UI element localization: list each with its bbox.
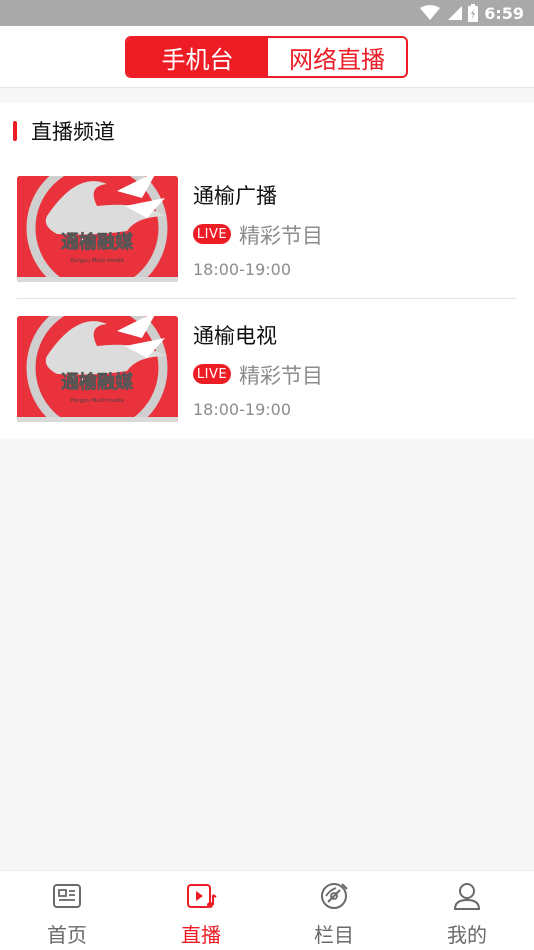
channel-program: 精彩节目 bbox=[239, 224, 323, 248]
bottom-tab-bar: 首页 直播 栏目 我的 bbox=[0, 870, 534, 950]
live-badge: LIVE bbox=[193, 364, 231, 384]
tab-mobile-station[interactable]: 手机台 bbox=[127, 38, 268, 76]
channel-name: 通榆广播 bbox=[193, 184, 277, 208]
logo-subtext: Tongyu Multi media bbox=[70, 258, 124, 264]
channel-type-segmented-control: 手机台 网络直播 bbox=[125, 36, 408, 78]
logo-subtext: Tongyu Multi media bbox=[70, 398, 124, 404]
status-icons: 6:59 bbox=[420, 0, 524, 26]
channel-thumbnail: 通榆融媒 Tongyu Multi media bbox=[17, 176, 178, 282]
status-bar: 6:59 bbox=[0, 0, 534, 26]
tab-online-live[interactable]: 网络直播 bbox=[268, 38, 406, 76]
tab-profile[interactable]: 我的 bbox=[400, 871, 534, 950]
tab-home[interactable]: 首页 bbox=[0, 871, 134, 950]
logo-text: 通榆融媒 bbox=[61, 231, 134, 253]
section-header: 直播频道 bbox=[13, 117, 115, 145]
tab-live[interactable]: 直播 bbox=[134, 871, 268, 950]
channel-time: 18:00-19:00 bbox=[193, 400, 291, 419]
tab-label: 我的 bbox=[447, 923, 487, 947]
tab-label: 首页 bbox=[47, 923, 87, 947]
tongyu-media-logo: 通榆融媒 Tongyu Multi media bbox=[17, 316, 178, 422]
news-icon bbox=[53, 884, 81, 908]
tongyu-media-logo: 通榆融媒 Tongyu Multi media bbox=[17, 176, 178, 282]
channel-program: 精彩节目 bbox=[239, 364, 323, 388]
header: 手机台 网络直播 bbox=[0, 26, 534, 88]
channel-divider bbox=[17, 298, 517, 299]
wifi-icon bbox=[420, 5, 441, 20]
profile-icon bbox=[453, 883, 481, 910]
channel-time: 18:00-19:00 bbox=[193, 260, 291, 279]
channel-thumbnail: 通榆融媒 Tongyu Multi media bbox=[17, 316, 178, 422]
channel-item[interactable]: 通榆融媒 Tongyu Multi media 通榆电视 LIVE 精彩节目 1… bbox=[17, 316, 517, 422]
channel-item[interactable]: 通榆融媒 Tongyu Multi media 通榆广播 LIVE 精彩节目 1… bbox=[17, 176, 517, 282]
channel-name: 通榆电视 bbox=[193, 324, 277, 348]
section-title: 直播频道 bbox=[31, 120, 115, 144]
status-time: 6:59 bbox=[484, 3, 524, 23]
column-icon bbox=[321, 883, 348, 909]
battery-icon bbox=[468, 4, 479, 22]
logo-text: 通榆融媒 bbox=[61, 371, 134, 393]
tab-label: 栏目 bbox=[314, 923, 354, 947]
tab-label: 直播 bbox=[181, 923, 221, 947]
tab-columns[interactable]: 栏目 bbox=[267, 871, 401, 950]
cellular-signal-icon bbox=[448, 6, 463, 20]
live-badge: LIVE bbox=[193, 224, 231, 244]
section-accent-bar bbox=[13, 121, 17, 141]
live-video-icon bbox=[187, 884, 217, 908]
